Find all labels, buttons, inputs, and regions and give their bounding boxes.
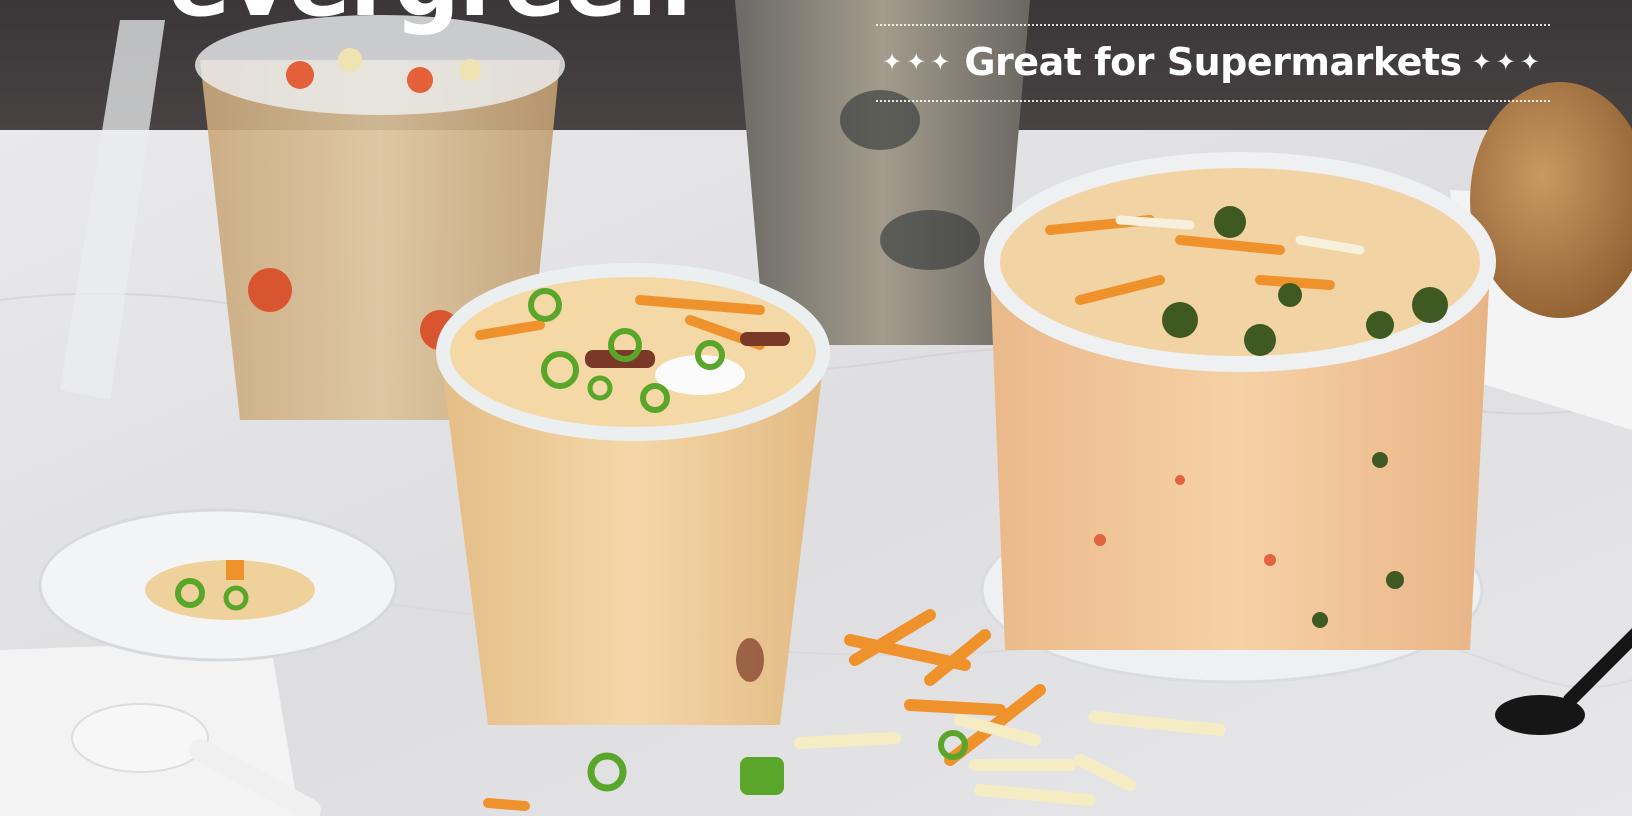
dotted-divider-top bbox=[876, 24, 1550, 26]
sparkle-icon: ✦✦✦ bbox=[882, 48, 955, 76]
product-photo: evergreen ✦✦✦ Great for Supermarkets ✦✦✦ bbox=[0, 0, 1632, 819]
brand-wordmark: evergreen bbox=[168, 0, 692, 30]
sparkle-icon: ✦✦✦ bbox=[1471, 48, 1544, 76]
supermarket-banner: ✦✦✦ Great for Supermarkets ✦✦✦ bbox=[876, 24, 1550, 102]
banner-title: Great for Supermarkets bbox=[964, 40, 1462, 84]
photo-illustration bbox=[0, 0, 1632, 819]
banner-row: ✦✦✦ Great for Supermarkets ✦✦✦ bbox=[876, 38, 1550, 86]
dotted-divider-bottom bbox=[876, 100, 1550, 102]
